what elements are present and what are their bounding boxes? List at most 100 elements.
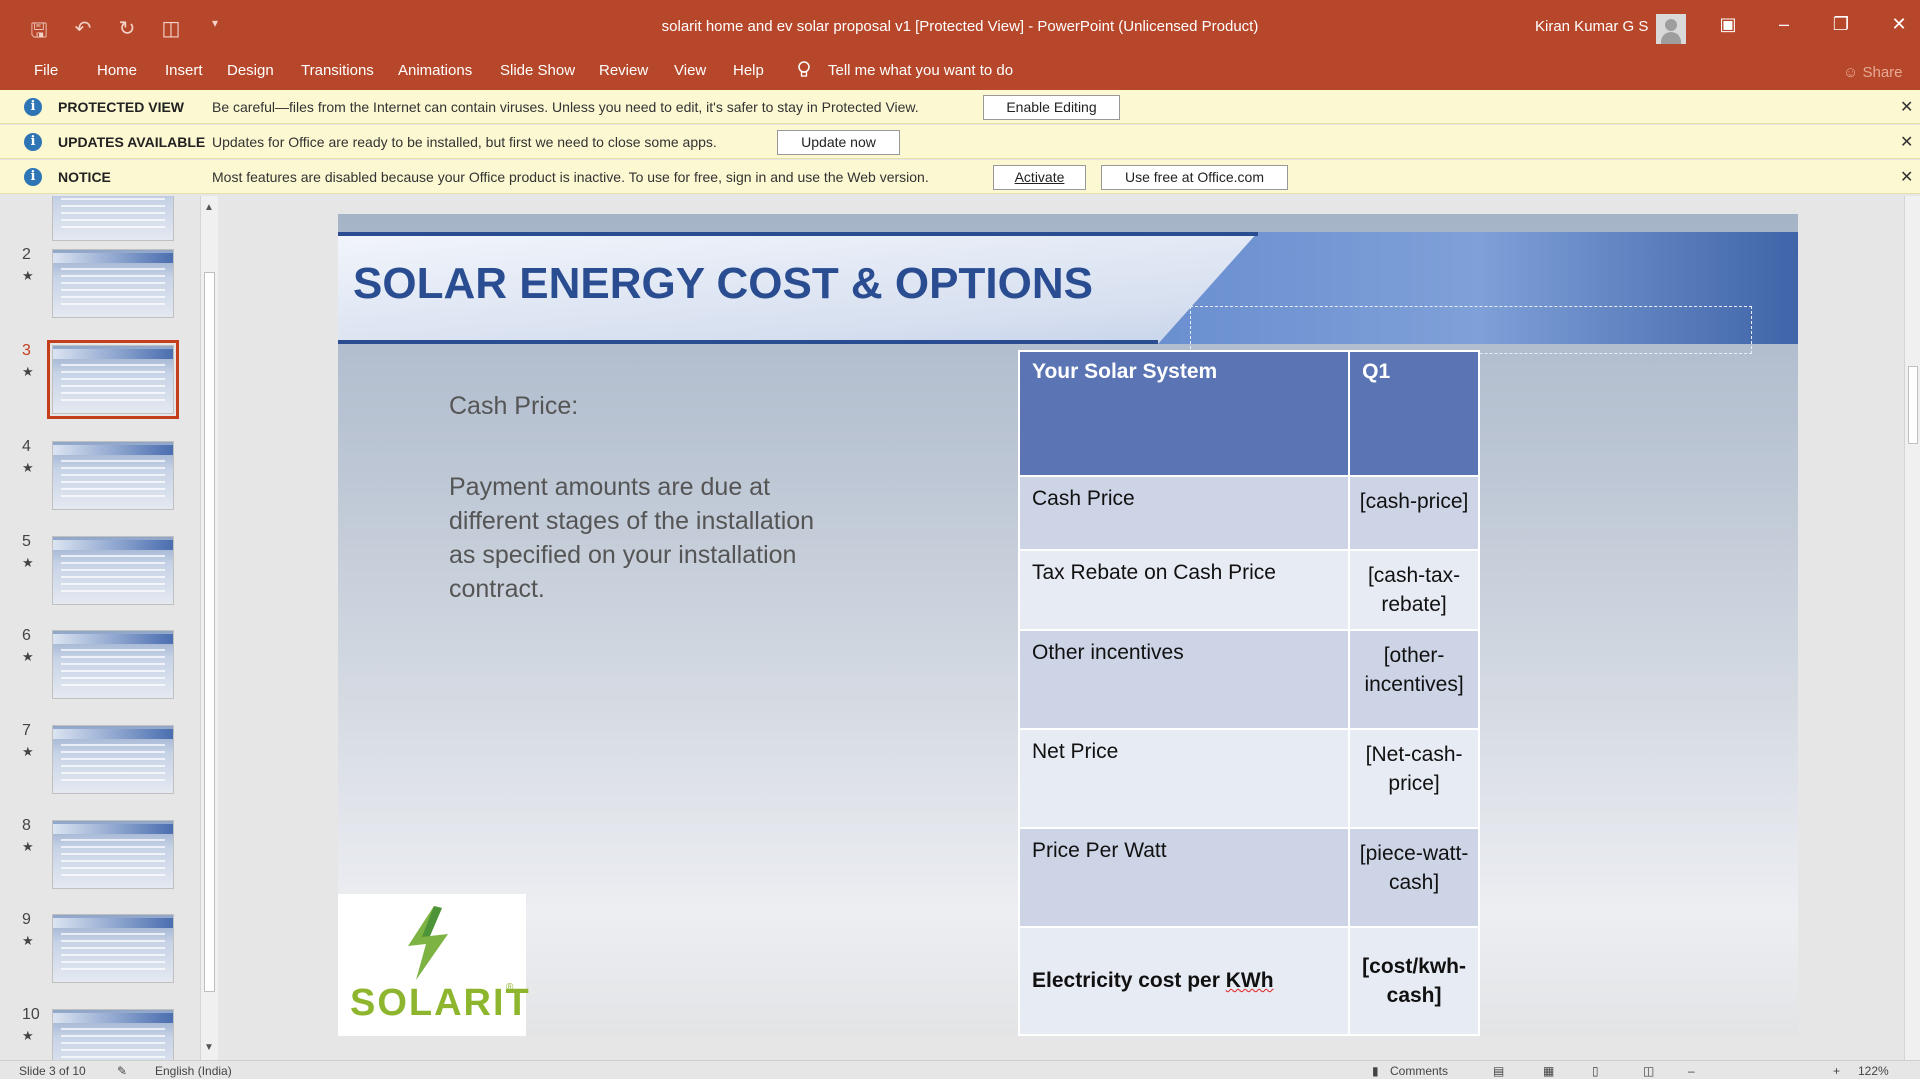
language-indicator[interactable]: English (India) [155,1064,232,1078]
solarit-logo[interactable]: SOLARIT ® [338,894,529,1036]
table-cell-label: Tax Rebate on Cash Price [1017,549,1351,631]
table-cell-value: [Net-cash-price] [1348,728,1480,829]
tab-help[interactable]: Help [733,62,764,79]
notice-bar: i NOTICE Most features are disabled beca… [0,160,1920,194]
thumbnail-number: 5 [22,533,31,550]
use-free-button[interactable]: Use free at Office.com [1101,165,1288,190]
share-button[interactable]: ☺ Share [1843,64,1903,81]
minimize-icon[interactable]: – [1769,14,1799,35]
animation-star-icon: ★ [22,364,34,379]
table-cell-value: [cash-price] [1348,475,1480,551]
reading-view-icon[interactable]: ▯ [1592,1064,1599,1078]
table-cell-value: [cash-tax-rebate] [1348,549,1480,631]
tab-animations[interactable]: Animations [398,62,472,79]
close-icon[interactable]: ✕ [1900,97,1913,117]
tab-design[interactable]: Design [227,62,274,79]
cash-price-label[interactable]: Cash Price: [449,392,578,421]
close-icon[interactable]: ✕ [1900,167,1913,187]
activate-button[interactable]: Activate [993,165,1086,190]
thumbnail-number: 10 [22,1006,40,1023]
scrollbar-thumb[interactable] [1908,366,1918,444]
slide-canvas[interactable]: SOLAR ENERGY COST & OPTIONS Cash Price: … [338,214,1798,1036]
enable-editing-button[interactable]: Enable Editing [983,95,1120,120]
info-icon: i [24,168,42,186]
zoom-in-icon[interactable]: + [1833,1064,1840,1078]
avatar[interactable] [1656,14,1686,44]
user-name[interactable]: Kiran Kumar G S [1535,18,1648,35]
slide-thumbnail[interactable] [52,725,174,794]
slide-thumbnail[interactable] [52,249,174,318]
scroll-down-icon[interactable]: ▼ [204,1042,214,1053]
slide-thumbnail[interactable] [52,1009,174,1060]
ribbon-display-options-icon[interactable]: ▣ [1713,14,1743,35]
close-icon[interactable]: ✕ [1884,14,1914,35]
zoom-out-icon[interactable]: – [1688,1064,1695,1078]
tab-insert[interactable]: Insert [165,62,203,79]
tab-file[interactable]: File [34,62,58,79]
thumbnail-number: 6 [22,627,31,644]
table-cell-value: [piece-watt-cash] [1348,827,1480,928]
share-label: Share [1862,64,1903,81]
table-cell-value: [cost/kwh-cash] [1348,926,1480,1036]
scrollbar-thumb[interactable] [204,272,215,992]
ribbon-tabs: File Home Insert Design Transitions Anim… [0,56,1920,90]
thumbnail-number: 2 [22,246,31,263]
notice-text: Most features are disabled because your … [212,169,929,185]
protected-view-bar: i PROTECTED VIEW Be careful—files from t… [0,90,1920,124]
table-cell-label: Cash Price [1017,475,1351,551]
table-cell-label: Net Price [1017,728,1351,829]
slide-thumbnail[interactable] [52,630,174,699]
slide-thumbnail[interactable] [52,536,174,605]
protected-view-label: PROTECTED VIEW [58,99,185,115]
tab-review[interactable]: Review [599,62,648,79]
thumbnails-scrollbar[interactable]: ▲ ▼ [200,196,218,1060]
comments-icon[interactable]: ▮ [1372,1064,1379,1078]
info-icon: i [24,98,42,116]
animation-star-icon: ★ [22,649,34,664]
update-now-button[interactable]: Update now [777,130,900,155]
table-row: Electricity cost per KWh [cost/kwh-cash] [1017,926,1480,1036]
tab-home[interactable]: Home [97,62,137,79]
powerpoint-window: 🖫 ↶ ↻ ◫ ▾ solarit home and ev solar prop… [0,0,1920,1079]
thumbnail-number: 9 [22,911,31,928]
slide-thumbnail[interactable] [52,914,174,983]
tell-me-search[interactable]: Tell me what you want to do [828,62,1013,79]
animation-star-icon: ★ [22,555,34,570]
animation-star-icon: ★ [22,744,34,759]
payment-description[interactable]: Payment amounts are due at different sta… [449,470,829,606]
spelling-flag: KWh [1225,969,1274,992]
slideshow-view-icon[interactable]: ◫ [1643,1064,1654,1078]
close-icon[interactable]: ✕ [1900,132,1913,152]
slide-thumbnail[interactable] [52,441,174,510]
normal-view-icon[interactable]: ▤ [1493,1064,1504,1078]
table-row: Other incentives [other-incentives] [1017,629,1480,730]
zoom-level[interactable]: 122% [1858,1064,1889,1078]
tab-transitions[interactable]: Transitions [301,62,374,79]
animation-star-icon: ★ [22,460,34,475]
slide-thumbnail[interactable] [52,820,174,889]
price-table[interactable]: Your Solar System Q1 Cash Price [cash-pr… [1017,350,1480,1036]
logo-wordmark: SOLARIT [350,982,531,1024]
table-cell-label: Price Per Watt [1017,827,1351,928]
updates-available-label: UPDATES AVAILABLE [58,134,206,150]
thumbnail-number: 3 [22,342,31,359]
tab-view[interactable]: View [674,62,706,79]
updates-available-text: Updates for Office are ready to be insta… [212,134,717,150]
slide-thumbnail-selected[interactable] [47,340,179,419]
tab-slide-show[interactable]: Slide Show [500,62,575,79]
table-header-row: Your Solar System Q1 [1017,350,1480,477]
restore-icon[interactable]: ❐ [1826,14,1856,35]
empty-placeholder[interactable] [1190,306,1752,354]
table-row: Price Per Watt [piece-watt-cash] [1017,827,1480,928]
thumbnail-number: 8 [22,817,31,834]
notes-icon[interactable]: ✎ [117,1064,127,1078]
scroll-up-icon[interactable]: ▲ [204,202,214,213]
thumbnail-number: 4 [22,438,31,455]
thumbnail-number: 7 [22,722,31,739]
slide-thumbnail[interactable] [52,196,174,241]
comments-button[interactable]: Comments [1390,1064,1448,1078]
slide-scrollbar[interactable] [1904,196,1920,1060]
table-cell-label: Other incentives [1017,629,1351,730]
slide-sorter-icon[interactable]: ▦ [1543,1064,1554,1078]
slide-title[interactable]: SOLAR ENERGY COST & OPTIONS [353,259,1093,309]
